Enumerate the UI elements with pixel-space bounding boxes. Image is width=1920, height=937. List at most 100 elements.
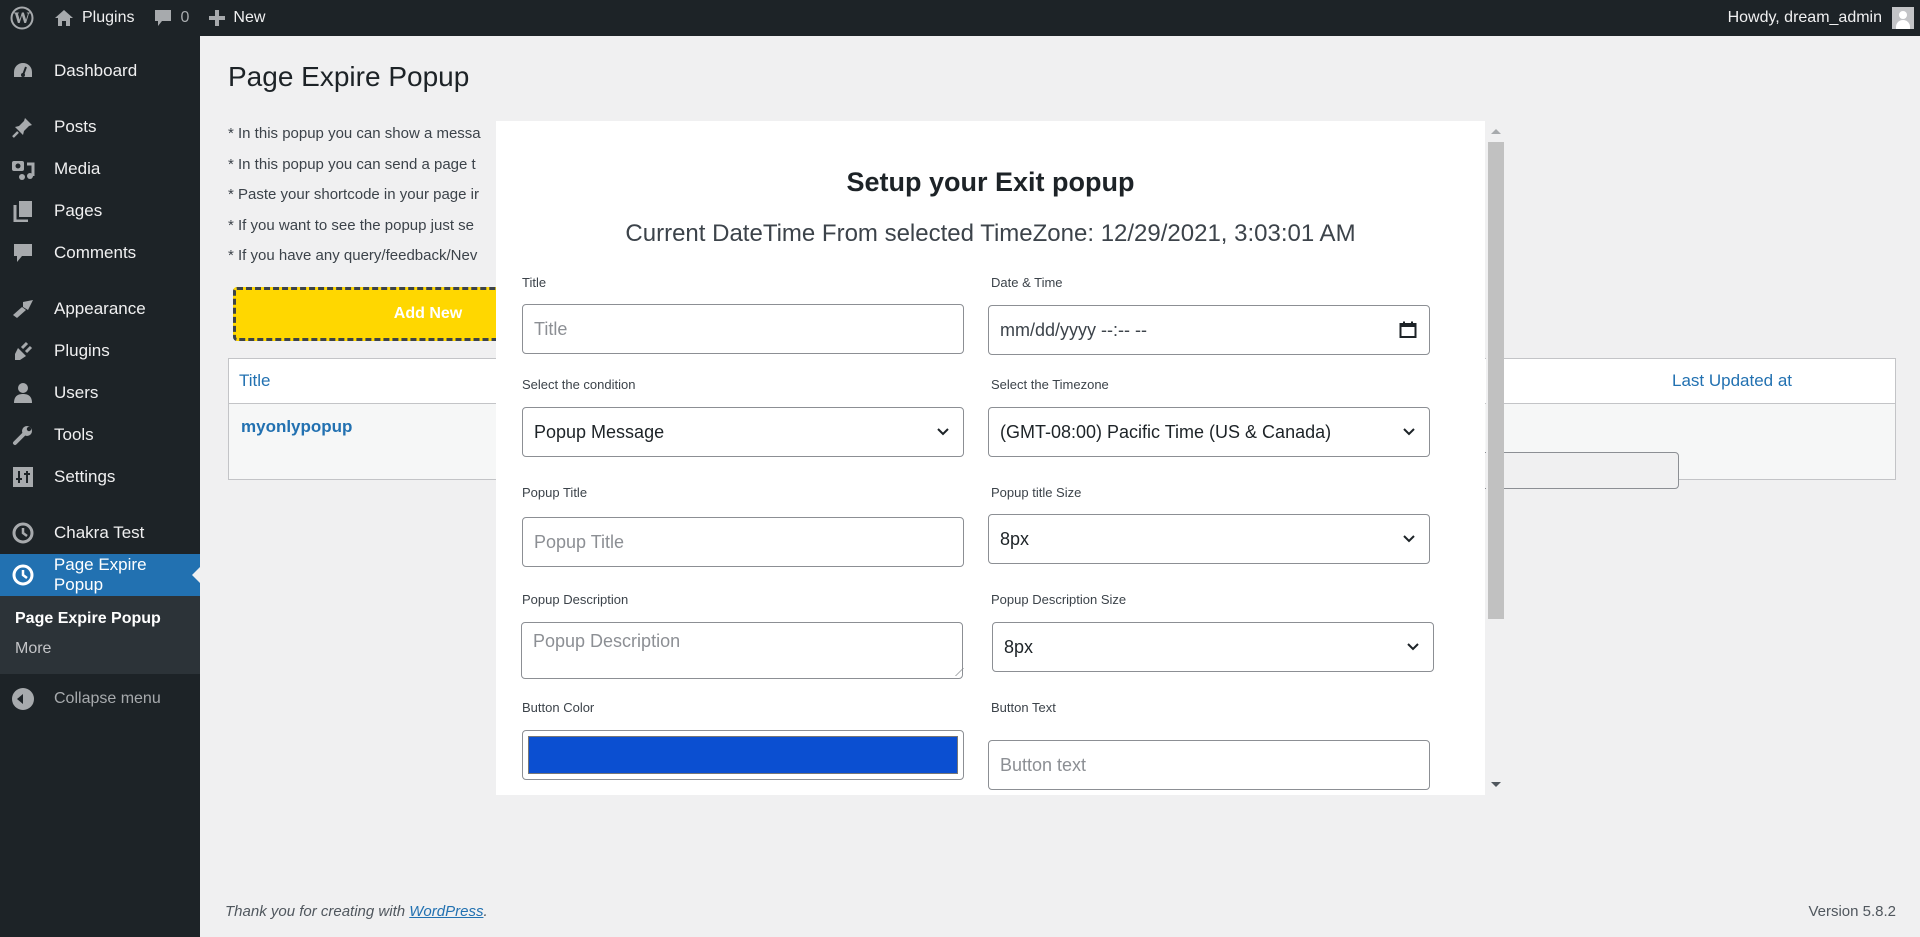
sidebar-item-label: Page Expire Popup — [53, 555, 147, 594]
calendar-icon[interactable] — [1399, 321, 1417, 339]
wordpress-logo-icon: W — [10, 6, 34, 30]
sidebar-item-dashboard[interactable]: Dashboard — [0, 50, 200, 92]
popup-description-size-label: Popup Description Size — [991, 592, 1127, 607]
popup-description-label: Popup Description — [522, 592, 629, 607]
paintbrush-icon — [10, 296, 36, 322]
resize-handle-icon[interactable] — [948, 668, 964, 676]
submenu-item-page-expire-popup[interactable]: Page Expire Popup — [0, 604, 200, 634]
wordpress-logo-button[interactable]: W — [0, 0, 44, 36]
button-text-input[interactable]: Button text — [988, 740, 1430, 790]
popup-title-size-select[interactable]: 8px — [988, 514, 1430, 564]
sidebar-item-comments[interactable]: Comments — [0, 232, 200, 274]
sidebar-item-tools[interactable]: Tools — [0, 414, 200, 456]
table-row-title-link[interactable]: myonlypopup — [241, 417, 352, 437]
user-icon — [10, 380, 36, 406]
button-color-picker[interactable] — [522, 730, 964, 780]
datetime-input[interactable]: mm/dd/yyyy --:-- -- — [988, 305, 1430, 355]
my-account-link[interactable]: Howdy, dream_admin — [1718, 0, 1920, 36]
sidebar-item-label: Tools — [54, 425, 94, 444]
condition-value: Popup Message — [534, 421, 665, 442]
sidebar-submenu: Page Expire Popup More — [0, 596, 200, 674]
instructions-list: * In this popup you can show a messa * I… — [228, 119, 481, 272]
popup-setup-modal: Setup your Exit popup Current DateTime F… — [496, 121, 1485, 795]
popup-title-label: Popup Title — [522, 485, 588, 500]
wordpress-link[interactable]: WordPress — [409, 903, 483, 920]
condition-select[interactable]: Popup Message — [522, 407, 964, 457]
sidebar-item-plugins[interactable]: Plugins — [0, 330, 200, 372]
pin-icon — [10, 114, 36, 140]
sidebar-item-page-expire-popup[interactable]: Page Expire Popup — [0, 554, 200, 596]
button-text-label: Button Text — [991, 700, 1056, 715]
chevron-down-icon — [1403, 535, 1415, 543]
site-name-link[interactable]: Plugins — [44, 0, 144, 36]
wrench-icon — [10, 422, 36, 448]
scroll-down-arrow-icon[interactable] — [1491, 782, 1501, 787]
sidebar-item-users[interactable]: Users — [0, 372, 200, 414]
timezone-value: (GMT-08:00) Pacific Time (US & Canada) — [1000, 421, 1332, 442]
footer-thanks: Thank you for creating with WordPress. — [225, 903, 488, 920]
svg-text:W: W — [13, 11, 30, 27]
comment-icon — [154, 9, 172, 27]
popup-title-input[interactable]: Popup Title — [522, 517, 964, 567]
modal-scrollbar[interactable] — [1486, 121, 1504, 795]
sidebar-item-posts[interactable]: Posts — [0, 106, 200, 148]
popup-description-textarea[interactable]: Popup Description — [521, 622, 964, 679]
sidebar-item-label: Posts — [54, 117, 97, 136]
button-color-label: Button Color — [522, 700, 595, 715]
comments-link[interactable]: 0 — [144, 0, 199, 36]
sidebar-item-label: Users — [54, 383, 99, 402]
title-input[interactable]: Title — [522, 304, 964, 354]
sidebar-item-pages[interactable]: Pages — [0, 190, 200, 232]
scroll-up-arrow-icon[interactable] — [1491, 129, 1501, 134]
pages-icon — [10, 198, 36, 224]
column-header-title[interactable]: Title — [239, 371, 271, 391]
page-title: Page Expire Popup — [228, 61, 470, 92]
collapse-menu-button[interactable]: Collapse menu — [0, 678, 200, 720]
admin-sidebar: Dashboard Posts Media Pages Comments App… — [0, 36, 200, 937]
sidebar-item-label: Pages — [54, 201, 103, 220]
collapse-menu-label: Collapse menu — [54, 690, 161, 707]
modal-title: Setup your Exit popup — [846, 167, 1135, 197]
current-datetime-text: Current DateTime From selected TimeZone:… — [625, 220, 1356, 247]
settings-icon — [10, 464, 36, 490]
avatar — [1892, 7, 1914, 29]
color-swatch — [528, 736, 958, 774]
dashboard-icon — [10, 58, 36, 84]
sidebar-item-label: Settings — [54, 467, 116, 486]
media-icon — [10, 156, 36, 182]
new-label: New — [233, 9, 266, 26]
footer-thanks-text: Thank you for creating with — [225, 903, 410, 920]
condition-label: Select the condition — [522, 377, 636, 392]
new-content-link[interactable]: New — [199, 0, 275, 36]
clock-icon — [10, 562, 36, 588]
sidebar-item-chakra-test[interactable]: Chakra Test — [0, 512, 200, 554]
column-header-last-updated[interactable]: Last Updated at — [1672, 371, 1792, 391]
collapse-arrow-icon — [12, 688, 34, 710]
popup-description-size-select[interactable]: 8px — [992, 622, 1434, 672]
sidebar-item-label: Comments — [54, 243, 137, 262]
home-icon — [54, 9, 74, 27]
instruction-item: * If you have any query/feedback/Nev — [228, 247, 478, 264]
footer-period: . — [483, 903, 488, 920]
instruction-item: * In this popup you can send a page t — [228, 155, 476, 173]
title-label: Title — [522, 275, 547, 290]
footer-version: Version 5.8.2 — [1808, 903, 1896, 920]
sidebar-item-label: Appearance — [54, 299, 146, 318]
popup-title-size-value: 8px — [1000, 528, 1030, 549]
plugin-icon — [10, 338, 36, 364]
admin-bar: W Plugins 0 New Howdy, dream_admin — [0, 0, 1920, 36]
shortcode-field[interactable] — [1479, 452, 1679, 489]
popup-description-size-value: 8px — [1004, 636, 1034, 657]
sidebar-item-media[interactable]: Media — [0, 148, 200, 190]
sidebar-item-settings[interactable]: Settings — [0, 456, 200, 498]
chevron-down-icon — [1407, 643, 1419, 651]
instruction-item: * If you want to see the popup just se — [228, 216, 474, 234]
scrollbar-thumb[interactable] — [1488, 142, 1504, 619]
submenu-item-more[interactable]: More — [0, 634, 200, 664]
sidebar-item-label: Plugins — [54, 341, 110, 360]
instruction-item: * Paste your shortcode in your page ir — [228, 186, 479, 203]
chevron-down-icon — [1403, 428, 1415, 436]
sidebar-item-appearance[interactable]: Appearance — [0, 288, 200, 330]
timezone-select[interactable]: (GMT-08:00) Pacific Time (US & Canada) — [988, 407, 1430, 457]
plus-icon — [209, 10, 226, 26]
